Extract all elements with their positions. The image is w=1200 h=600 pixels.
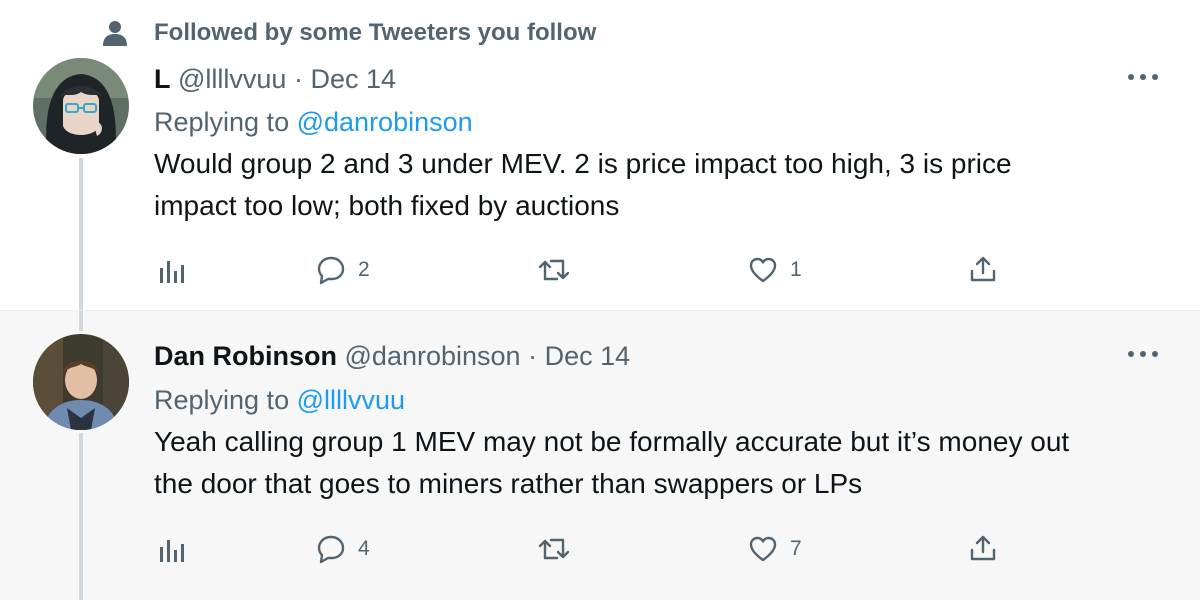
heart-icon [749,536,777,562]
retweet-icon [538,538,570,560]
handle[interactable]: @danrobinson [345,341,521,371]
display-name[interactable]: L [154,64,171,94]
tweet-text-line: Yeah calling group 1 MEV may not be form… [154,426,1070,457]
tweet-text-line: Would group 2 and 3 under MEV. 2 is pric… [154,148,1012,179]
separator: · [528,341,538,371]
like-count: 1 [790,258,802,281]
analytics-button[interactable] [157,534,187,564]
social-context-text: Followed by some Tweeters you follow [154,19,597,46]
analytics-icon [160,261,184,283]
like-count: 7 [790,537,802,560]
replying-prefix: Replying to [154,107,290,137]
separator: · [293,64,303,94]
tweet-text-line: impact too low; both fixed by auctions [154,190,620,221]
replying-to: Replying to @llllvvuu [154,383,405,417]
reply-count: 4 [358,537,370,560]
display-name[interactable]: Dan Robinson [154,341,337,371]
reply-icon [317,535,345,564]
timestamp[interactable]: Dec 14 [545,341,631,371]
share-button[interactable] [968,533,998,563]
avatar-image [33,334,129,430]
more-icon[interactable] [1126,348,1160,360]
more-icon[interactable] [1126,71,1160,83]
mention-link[interactable]: @danrobinson [297,107,473,137]
retweet-button[interactable] [537,255,571,285]
retweet-button[interactable] [537,534,571,564]
replying-prefix: Replying to [154,385,290,415]
tweet-header: L @llllvvuu · Dec 14 [154,62,396,96]
tweet-header: Dan Robinson @danrobinson · Dec 14 [154,339,630,373]
share-icon [970,256,996,282]
share-icon [970,535,996,561]
avatar[interactable] [33,334,129,430]
thread-line [79,158,83,310]
retweet-icon [538,259,570,281]
thread-line [79,311,83,331]
like-button[interactable]: 7 [748,534,802,564]
person-icon [103,21,127,46]
tweet-1[interactable]: Followed by some Tweeters you follow L @… [0,0,1200,310]
like-button[interactable]: 1 [748,255,802,285]
reply-icon [317,256,345,285]
reply-button[interactable]: 4 [316,534,370,564]
analytics-button[interactable] [157,255,187,285]
reply-button[interactable]: 2 [316,255,370,285]
analytics-icon [160,540,184,562]
heart-icon [749,257,777,283]
reply-count: 2 [358,258,370,281]
tweet-text: Yeah calling group 1 MEV may not be form… [154,421,1114,505]
tweet-text: Would group 2 and 3 under MEV. 2 is pric… [154,143,1114,227]
replying-to: Replying to @danrobinson [154,105,473,139]
tweet-2[interactable]: Dan Robinson @danrobinson · Dec 14 Reply… [0,310,1200,600]
tweet-text-line: the door that goes to miners rather than… [154,468,863,499]
thread-line [79,433,83,600]
avatar[interactable] [33,58,129,154]
avatar-image [33,58,129,154]
share-button[interactable] [968,254,998,284]
timestamp[interactable]: Dec 14 [310,64,396,94]
mention-link[interactable]: @llllvvuu [297,385,405,415]
handle[interactable]: @llllvvuu [178,64,286,94]
